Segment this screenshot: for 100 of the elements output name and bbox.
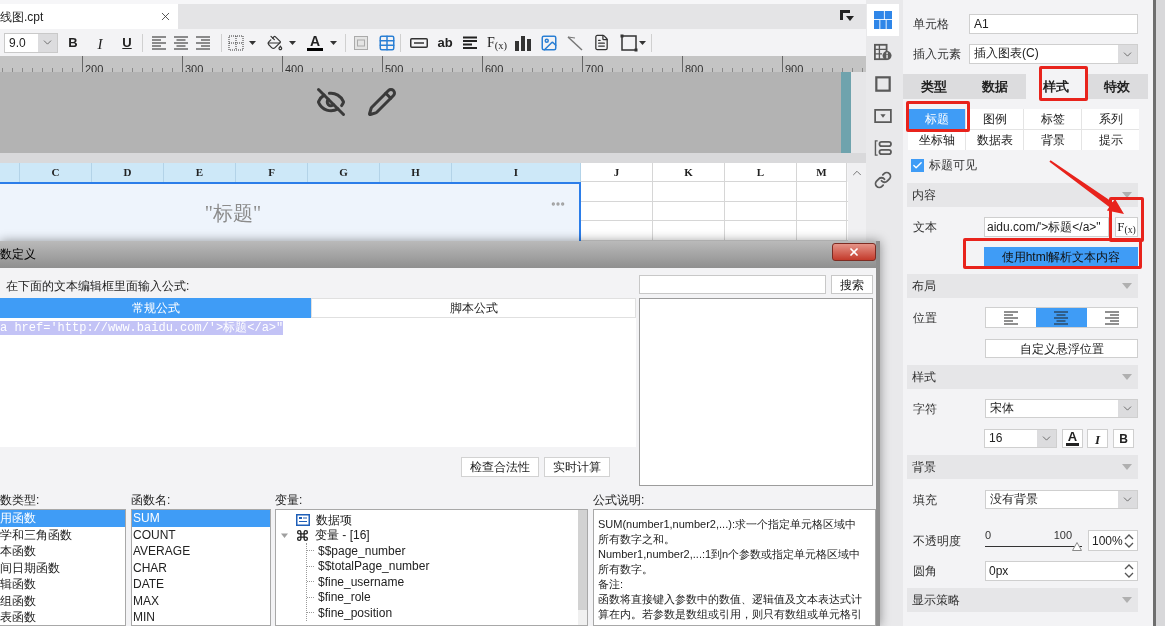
subtab[interactable]: 数据表 [966,130,1023,150]
editor-tab[interactable]: 线图.cpt [0,4,178,29]
close-button[interactable] [832,243,876,261]
search-field[interactable] [639,275,826,294]
align-center-icon[interactable] [173,35,189,50]
side-tab[interactable] [867,4,899,36]
tab[interactable]: 类型 [903,74,965,99]
column-header[interactable]: M [797,163,847,182]
underline-button[interactable]: U [116,32,138,53]
action-button[interactable]: 实时计算 [544,457,610,477]
tab[interactable]: 特效 [1086,74,1148,99]
nested-squares-icon[interactable] [353,34,369,51]
section-header[interactable]: 样式 [907,365,1138,389]
triangle-down-icon[interactable] [1122,192,1132,198]
column-header[interactable]: K [653,163,725,182]
tree-item[interactable]: $$page_number [318,541,406,560]
column-header[interactable]: C [20,163,92,182]
bold-button[interactable]: B [1113,429,1134,448]
image-icon[interactable] [540,33,558,52]
column-header[interactable]: G [308,163,380,182]
html-parse-button[interactable]: 使用html解析文本内容 [984,247,1138,266]
search-button[interactable]: 搜索 [831,275,873,294]
caret-icon[interactable] [249,40,256,45]
list-item[interactable]: 辑函数 [0,576,125,593]
caret-icon[interactable] [330,40,337,45]
list-item[interactable]: MIN [132,609,270,625]
subtab[interactable]: 标签 [1024,109,1081,129]
paint-bucket-icon[interactable] [267,34,283,51]
action-button[interactable]: 检查合法性 [461,457,539,477]
frame-icon[interactable] [620,33,638,52]
list-item[interactable]: 间日期函数 [0,559,125,576]
align-button[interactable] [1036,308,1087,327]
column-header[interactable]: I [452,163,581,182]
align-left-icon[interactable] [151,35,167,50]
font-color-button[interactable]: A [307,32,323,53]
dropdown[interactable]: 插入图表(C) [969,44,1138,64]
float-position-button[interactable]: 自定义悬浮位置 [985,339,1138,358]
section-header[interactable]: 布局 [907,274,1138,298]
dropdown[interactable]: 宋体 [985,399,1138,418]
spinner-arrows-icon[interactable] [1124,532,1134,549]
dropdown[interactable]: 16 [984,429,1057,448]
caret-icon[interactable] [289,40,296,45]
panel-menu-icon[interactable] [840,10,854,22]
list-item[interactable]: 学和三角函数 [0,526,125,543]
section-header[interactable]: 内容 [907,183,1138,207]
font-color-button[interactable]: A [1062,429,1083,448]
eye-off-icon[interactable] [316,87,346,117]
column-header[interactable]: H [380,163,452,182]
tab[interactable]: 脚本公式 [311,298,636,318]
table-icon[interactable] [378,33,396,52]
formula-button[interactable]: F$_{(x)}$ [487,32,507,53]
formula-button[interactable]: F$_{(x)}$ [1115,217,1138,237]
column-header[interactable]: F [236,163,308,182]
dropdown[interactable]: 没有背景 [985,490,1138,509]
list-item[interactable]: 表函数 [0,609,125,625]
font-size-combo[interactable]: 9.0 [4,32,58,53]
checkbox[interactable] [911,158,924,172]
text-field[interactable]: aidu.com/'>标题</a>" [984,217,1109,237]
section-header[interactable]: 显示策略 [907,588,1138,612]
column-header[interactable]: L [725,163,797,182]
document-icon[interactable] [593,34,610,51]
spinner-field[interactable]: 100% [1088,530,1138,551]
subtab[interactable]: 图例 [966,109,1023,129]
align-right-icon[interactable] [195,35,211,50]
subtab[interactable]: 坐标轴 [908,130,965,150]
tab[interactable]: 数据 [964,74,1026,99]
spinner-arrows-icon[interactable] [1124,563,1134,579]
text-button[interactable]: ab [435,32,455,53]
list-item[interactable]: COUNT [132,526,270,543]
column-header[interactable]: J [581,163,653,182]
diagonal-line-icon[interactable] [567,34,583,51]
tree-item[interactable]: 数据项 [276,512,578,528]
tree-item[interactable]: 变量 - [16] [276,527,578,543]
italic-button[interactable]: I [89,32,111,53]
list-item[interactable]: 本函数 [0,543,125,560]
list-item[interactable]: AVERAGE [132,543,270,560]
expand-triangle-icon[interactable] [281,531,288,539]
text-field[interactable]: A1 [969,14,1138,34]
subtab[interactable]: 背景 [1024,130,1081,150]
tab[interactable]: 样式 [1043,78,1070,95]
column-header[interactable]: D [92,163,164,182]
bar-chart-icon[interactable] [514,34,532,51]
spinner-field[interactable]: 0px [985,561,1138,581]
input-box-icon[interactable] [410,37,428,48]
slider-thumb[interactable] [1072,542,1082,551]
pencil-icon[interactable] [367,87,397,117]
text-lines-icon[interactable] [462,35,478,50]
subtab[interactable]: 提示 [1082,130,1139,150]
caret-icon[interactable] [639,40,646,45]
close-icon[interactable] [159,10,172,23]
list-item[interactable]: DATE [132,576,270,593]
bold-button[interactable]: B [62,32,84,53]
column-header[interactable]: E [164,163,236,182]
section-header[interactable]: 背景 [907,455,1138,479]
border-grid-icon[interactable] [228,34,244,51]
italic-button[interactable]: I [1087,429,1108,448]
list-item[interactable]: MAX [132,592,270,609]
list-item[interactable]: 组函数 [0,592,125,609]
subtab[interactable]: 系列 [1082,109,1139,129]
list-item[interactable]: CHAR [132,559,270,576]
